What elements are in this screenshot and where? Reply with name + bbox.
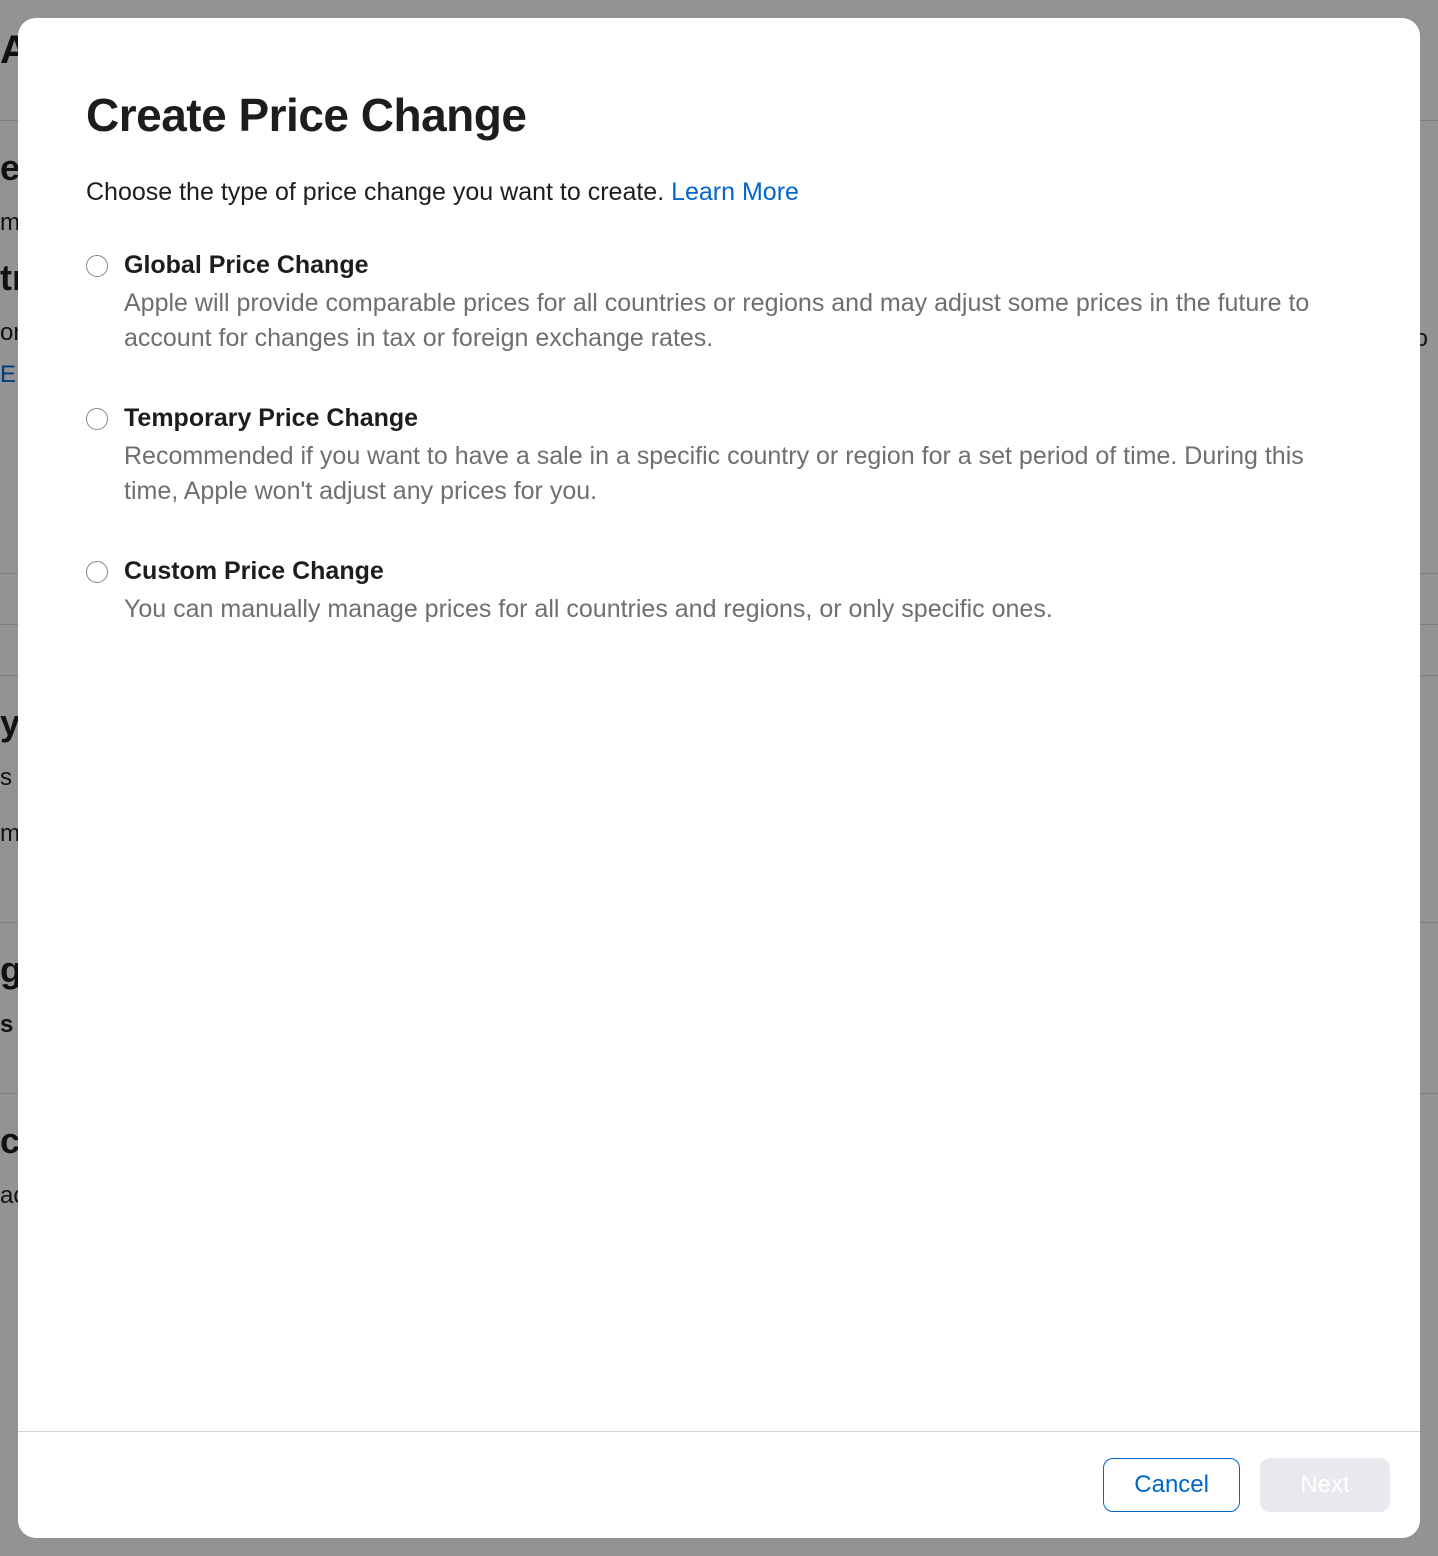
modal-title: Create Price Change xyxy=(86,88,1352,142)
option-content-global: Global Price Change Apple will provide c… xyxy=(124,251,1352,356)
next-button[interactable]: Next xyxy=(1260,1458,1390,1512)
radio-custom[interactable] xyxy=(86,561,108,583)
option-global-price-change[interactable]: Global Price Change Apple will provide c… xyxy=(86,251,1352,356)
option-temporary-price-change[interactable]: Temporary Price Change Recommended if yo… xyxy=(86,404,1352,509)
option-content-temporary: Temporary Price Change Recommended if yo… xyxy=(124,404,1352,509)
option-description-global: Apple will provide comparable prices for… xyxy=(124,286,1352,356)
radio-temporary[interactable] xyxy=(86,408,108,430)
option-content-custom: Custom Price Change You can manually man… xyxy=(124,557,1352,627)
radio-global[interactable] xyxy=(86,255,108,277)
learn-more-link[interactable]: Learn More xyxy=(671,178,799,206)
option-description-temporary: Recommended if you want to have a sale i… xyxy=(124,439,1352,509)
option-description-custom: You can manually manage prices for all c… xyxy=(124,592,1352,627)
modal-subtitle: Choose the type of price change you want… xyxy=(86,178,1352,207)
modal-footer: Cancel Next xyxy=(18,1431,1420,1538)
create-price-change-modal: Create Price Change Choose the type of p… xyxy=(18,18,1420,1538)
modal-body: Create Price Change Choose the type of p… xyxy=(18,18,1420,1431)
cancel-button[interactable]: Cancel xyxy=(1103,1458,1240,1512)
option-title-temporary[interactable]: Temporary Price Change xyxy=(124,404,1352,433)
option-title-custom[interactable]: Custom Price Change xyxy=(124,557,1352,586)
modal-subtitle-text: Choose the type of price change you want… xyxy=(86,178,671,206)
option-custom-price-change[interactable]: Custom Price Change You can manually man… xyxy=(86,557,1352,627)
option-title-global[interactable]: Global Price Change xyxy=(124,251,1352,280)
